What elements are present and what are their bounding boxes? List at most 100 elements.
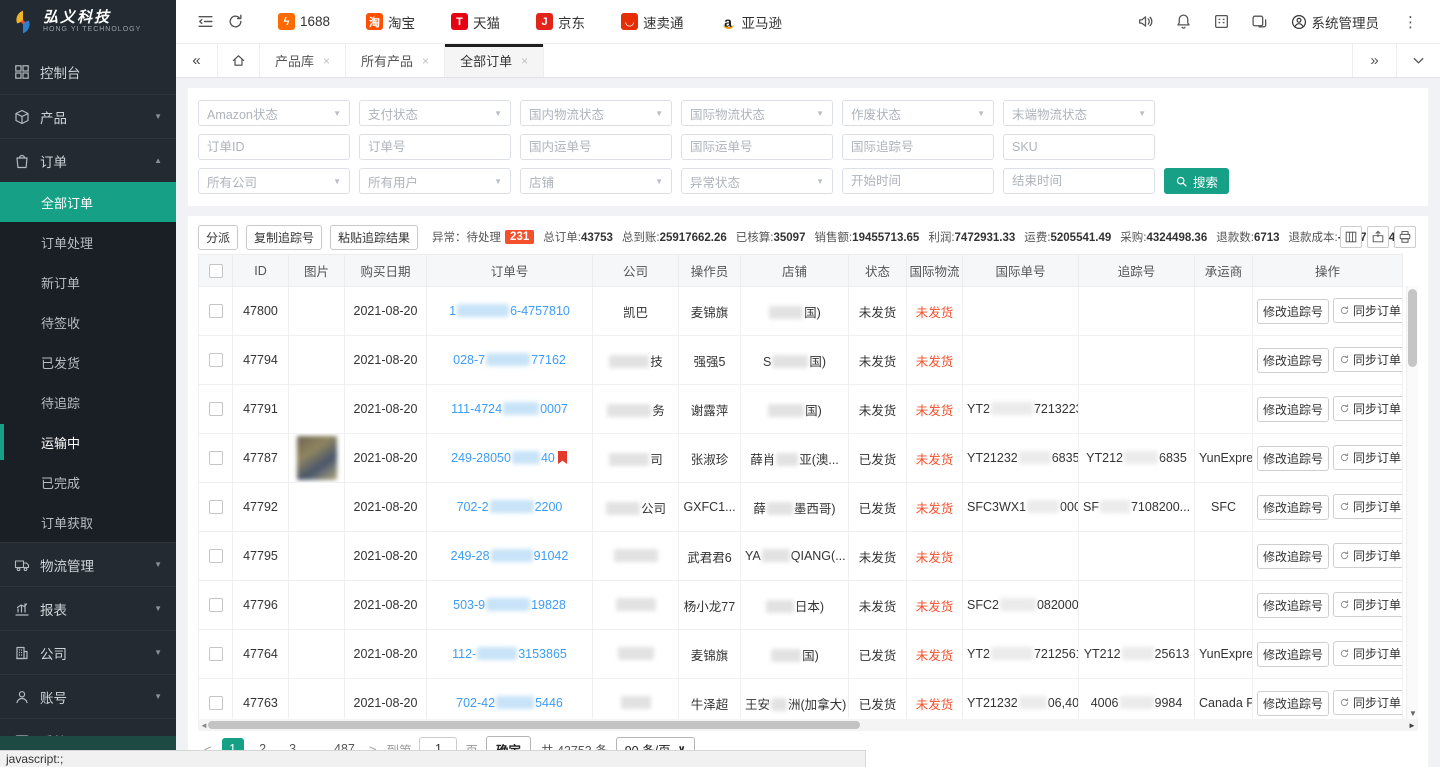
sidebar-item-dashboard[interactable]: 控制台 — [0, 50, 176, 94]
filter-sku[interactable] — [1003, 134, 1155, 160]
sidebar-subitem-new-orders[interactable]: 新订单 — [0, 262, 176, 302]
collapse-sidebar-icon[interactable] — [190, 7, 220, 37]
filter-intl-waybill-no-input[interactable] — [690, 140, 824, 154]
filter-order-id-input[interactable] — [207, 140, 341, 154]
order-number-link[interactable]: 16-4757810 — [427, 287, 593, 336]
sync-order-button[interactable]: 同步订单 — [1333, 641, 1402, 666]
sidebar-subitem-order-fetch[interactable]: 订单获取 — [0, 502, 176, 542]
filter-domestic-waybill-no-input[interactable] — [529, 140, 663, 154]
sidebar-item-order[interactable]: 订单▲ — [0, 138, 176, 182]
edit-tracking-button[interactable]: 修改追踪号 — [1257, 642, 1329, 667]
edit-tracking-button[interactable]: 修改追踪号 — [1257, 397, 1329, 422]
marketplace-amazon[interactable]: a亚马逊 — [720, 12, 783, 32]
order-number-link[interactable]: 028-777162 — [427, 336, 593, 385]
row-checkbox[interactable] — [209, 304, 223, 318]
sidebar-subitem-completed[interactable]: 已完成 — [0, 462, 176, 502]
vertical-scrollbar-thumb[interactable] — [1408, 289, 1417, 367]
marketplace-tmall[interactable]: T天猫 — [451, 12, 500, 32]
paste-tracking-button[interactable]: 粘贴追踪结果 — [330, 225, 418, 250]
sidebar-subitem-in-transit[interactable]: 运输中 — [0, 422, 176, 462]
row-checkbox[interactable] — [209, 451, 223, 465]
filter-domestic-logistics-status[interactable]: 国内物流状态▼ — [520, 100, 672, 126]
filter-end-time-input[interactable] — [1012, 174, 1146, 188]
order-number-link[interactable]: 249-2805040 — [427, 434, 593, 483]
sidebar-item-account[interactable]: 账号▼ — [0, 674, 176, 718]
sidebar-subitem-order-processing[interactable]: 订单处理 — [0, 222, 176, 262]
exception-badge[interactable]: 231 — [505, 230, 534, 244]
edit-tracking-button[interactable]: 修改追踪号 — [1257, 691, 1329, 716]
exchange-icon[interactable] — [1245, 7, 1275, 37]
sidebar-subitem-shipped[interactable]: 已发货 — [0, 342, 176, 382]
marketplace-taobao[interactable]: 淘淘宝 — [366, 12, 415, 32]
tabs-scroll-left-icon[interactable]: « — [176, 44, 218, 77]
close-icon[interactable]: × — [323, 54, 330, 68]
order-number-link[interactable]: 702-425446 — [427, 679, 593, 720]
sidebar-item-company[interactable]: 公司▼ — [0, 630, 176, 674]
filter-order-no[interactable] — [359, 134, 511, 160]
order-number-link[interactable]: 249-2891042 — [427, 532, 593, 581]
filter-all-users[interactable]: 所有用户▼ — [359, 168, 511, 194]
filter-shop[interactable]: 店铺▼ — [520, 168, 672, 194]
sync-order-button[interactable]: 同步订单 — [1333, 298, 1402, 323]
filter-pay-status[interactable]: 支付状态▼ — [359, 100, 511, 126]
row-checkbox[interactable] — [209, 647, 223, 661]
tab-all-products[interactable]: 所有产品× — [346, 44, 445, 77]
filter-start-time-input[interactable] — [851, 174, 985, 188]
sync-order-button[interactable]: 同步订单 — [1333, 592, 1402, 617]
order-number-link[interactable]: 111-47240007 — [427, 385, 593, 434]
home-tab[interactable] — [218, 44, 260, 77]
filter-intl-logistics-status[interactable]: 国际物流状态▼ — [681, 100, 833, 126]
user-menu[interactable]: 系统管理员 — [1291, 12, 1380, 32]
edit-tracking-button[interactable]: 修改追踪号 — [1257, 495, 1329, 520]
row-checkbox[interactable] — [209, 402, 223, 416]
filter-void-status[interactable]: 作废状态▼ — [842, 100, 994, 126]
apps-grid-icon[interactable] — [1207, 7, 1237, 37]
horizontal-scrollbar[interactable]: ◄ ► — [198, 719, 1418, 731]
sidebar-subitem-pending-receipt[interactable]: 待签收 — [0, 302, 176, 342]
marketplace-aliexpress[interactable]: ◡速卖通 — [621, 12, 684, 32]
filter-intl-tracking-no-input[interactable] — [851, 140, 985, 154]
printer-button[interactable] — [1394, 226, 1416, 248]
close-icon[interactable]: × — [521, 54, 528, 68]
sync-order-button[interactable]: 同步订单 — [1333, 494, 1402, 519]
marketplace-jd[interactable]: J京东 — [536, 12, 585, 32]
scroll-right-icon[interactable]: ► — [1406, 719, 1418, 731]
row-checkbox[interactable] — [209, 549, 223, 563]
refresh-icon[interactable] — [220, 7, 250, 37]
marketplace-1688[interactable]: ϟ1688 — [278, 13, 330, 30]
filter-intl-waybill-no[interactable] — [681, 134, 833, 160]
edit-tracking-button[interactable]: 修改追踪号 — [1257, 544, 1329, 569]
filter-last-mile-status[interactable]: 末端物流状态▼ — [1003, 100, 1155, 126]
filter-sku-input[interactable] — [1012, 140, 1146, 154]
close-icon[interactable]: × — [422, 54, 429, 68]
tabs-scroll-right-icon[interactable]: » — [1352, 44, 1396, 77]
select-all-checkbox[interactable] — [209, 264, 223, 278]
sidebar-subitem-pending-tracking[interactable]: 待追踪 — [0, 382, 176, 422]
tabs-menu-icon[interactable] — [1396, 44, 1440, 77]
sync-order-button[interactable]: 同步订单 — [1333, 396, 1402, 421]
order-number-link[interactable]: 503-919828 — [427, 581, 593, 630]
filter-all-companies[interactable]: 所有公司▼ — [198, 168, 350, 194]
edit-tracking-button[interactable]: 修改追踪号 — [1257, 299, 1329, 324]
sync-order-button[interactable]: 同步订单 — [1333, 445, 1402, 470]
copy-tracking-button[interactable]: 复制追踪号 — [246, 225, 322, 250]
sidebar-item-product[interactable]: 产品▼ — [0, 94, 176, 138]
filter-intl-tracking-no[interactable] — [842, 134, 994, 160]
row-checkbox[interactable] — [209, 598, 223, 612]
notification-bell-icon[interactable] — [1169, 7, 1199, 37]
scroll-down-icon[interactable]: ▼ — [1407, 707, 1418, 719]
sidebar-subitem-all-orders[interactable]: 全部订单 — [0, 182, 176, 222]
edit-tracking-button[interactable]: 修改追踪号 — [1257, 446, 1329, 471]
row-checkbox[interactable] — [209, 696, 223, 710]
assign-button[interactable]: 分派 — [198, 225, 238, 250]
row-checkbox[interactable] — [209, 500, 223, 514]
tab-all-orders[interactable]: 全部订单× — [445, 44, 544, 77]
export-button[interactable] — [1367, 226, 1389, 248]
sidebar-item-logistics[interactable]: 物流管理▼ — [0, 542, 176, 586]
filter-exception-status[interactable]: 异常状态▼ — [681, 168, 833, 194]
sidebar-item-report[interactable]: 报表▼ — [0, 586, 176, 630]
sync-order-button[interactable]: 同步订单 — [1333, 543, 1402, 568]
sync-order-button[interactable]: 同步订单 — [1333, 347, 1402, 372]
horizontal-scrollbar-thumb[interactable] — [208, 721, 860, 729]
vertical-scrollbar[interactable]: ▼ — [1406, 286, 1418, 719]
